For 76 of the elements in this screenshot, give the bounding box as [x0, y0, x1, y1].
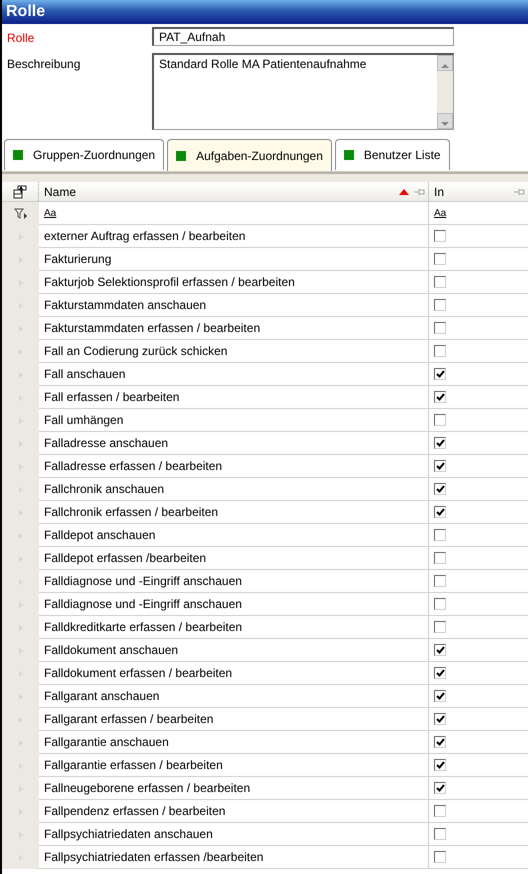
checkbox[interactable] — [434, 253, 446, 265]
table-cell-text: Falldkreditkarte erfassen / bearbeiten — [44, 619, 242, 636]
checkbox[interactable] — [434, 391, 446, 403]
checkbox[interactable] — [434, 437, 446, 449]
tab[interactable]: Aufgaben-Zuordnungen — [167, 139, 332, 171]
table-cell-text: Falladresse anschauen — [44, 435, 168, 452]
table-cell-text: Falldokument erfassen / bearbeiten — [44, 665, 232, 682]
checkbox[interactable] — [434, 299, 446, 311]
checkbox[interactable] — [434, 713, 446, 725]
status-square-icon — [344, 150, 354, 160]
checkbox[interactable] — [434, 345, 446, 357]
table-cell-text: Falldokument anschauen — [44, 642, 178, 659]
checkbox[interactable] — [434, 368, 446, 380]
table-cell-text: Fallpsychiatriedaten anschauen — [44, 826, 213, 843]
input-field[interactable]: PAT_Aufnah — [152, 27, 454, 46]
checkbox[interactable] — [434, 598, 446, 610]
table-cell-text: Fallchronik anschauen — [44, 481, 164, 498]
tab-label[interactable]: Benutzer Liste — [364, 146, 441, 164]
table-cell-text: Fakturstammdaten erfassen / bearbeiten — [44, 320, 260, 337]
table-cell-text: Falldiagnose und -Eingriff anschauen — [44, 596, 242, 613]
column-header[interactable]: Name — [44, 182, 399, 200]
checkbox[interactable] — [434, 759, 446, 771]
table-cell-text: Falldepot erfassen /bearbeiten — [44, 550, 206, 567]
table-cell-text: Falldepot anschauen — [44, 527, 156, 544]
table-cell-text: Fallgarantie anschauen — [44, 734, 169, 751]
table-cell-text: Fall an Codierung zurück schicken — [44, 343, 228, 360]
table-cell-text: Fallgarant anschauen — [44, 688, 160, 705]
checkbox[interactable] — [434, 667, 446, 679]
tab-label[interactable]: Gruppen-Zuordnungen — [33, 146, 156, 164]
checkbox[interactable] — [434, 782, 446, 794]
table-cell-text: Fallchronik erfassen / bearbeiten — [44, 504, 218, 521]
status-square-icon — [13, 150, 23, 160]
checkbox[interactable] — [434, 276, 446, 288]
checkbox[interactable] — [434, 529, 446, 541]
table-cell-text: Fallgarant erfassen / bearbeiten — [44, 711, 214, 728]
tab[interactable]: Gruppen-Zuordnungen — [4, 139, 164, 170]
tab[interactable]: Benutzer Liste — [334, 139, 450, 170]
field-label: Beschreibung — [7, 56, 82, 73]
window-title: Rolle — [2, 0, 528, 24]
checkbox[interactable] — [434, 736, 446, 748]
checkbox[interactable] — [434, 414, 446, 426]
table-cell-text: Fallpendenz erfassen / bearbeiten — [44, 803, 226, 820]
table-cell-text: Falldiagnose und -Eingriff anschauen — [44, 573, 242, 590]
checkbox[interactable] — [434, 805, 446, 817]
checkbox[interactable] — [434, 690, 446, 702]
table-cell-text: Falladresse erfassen / bearbeiten — [44, 458, 222, 475]
scrollbar[interactable] — [437, 55, 453, 129]
table-cell-text: Fallpsychiatriedaten erfassen /bearbeiten — [44, 849, 264, 866]
field-label: Rolle — [7, 30, 36, 47]
table-cell-text: Fakturierung — [44, 251, 112, 268]
checkbox[interactable] — [434, 644, 446, 656]
filter-icon[interactable] — [14, 208, 28, 220]
table-cell-text: Fallgarantie erfassen / bearbeiten — [44, 757, 223, 774]
checkbox[interactable] — [434, 621, 446, 633]
checkbox[interactable] — [434, 322, 446, 334]
checkbox[interactable] — [434, 506, 446, 518]
table-cell-text: Fall umhängen — [44, 412, 124, 429]
table-cell-text: Fallneugeborene erfassen / bearbeiten — [44, 780, 250, 797]
column-header[interactable]: In — [434, 182, 513, 200]
checkbox[interactable] — [434, 552, 446, 564]
checkbox[interactable] — [434, 230, 446, 242]
table-cell-text: externer Auftrag erfassen / bearbeiten — [44, 228, 246, 245]
table-cell-text: Fall anschauen — [44, 366, 126, 383]
checkbox[interactable] — [434, 460, 446, 472]
checkbox[interactable] — [434, 851, 446, 863]
status-square-icon — [176, 150, 186, 160]
checkbox[interactable] — [434, 828, 446, 840]
tab-label[interactable]: Aufgaben-Zuordnungen — [196, 146, 323, 164]
filter-operator[interactable]: Aa — [434, 206, 446, 220]
filter-operator[interactable]: Aa — [44, 206, 56, 220]
table-cell-text: Fakturjob Selektionsprofil erfassen / bearbeiten — [44, 274, 295, 291]
table-cell-text: Fall erfassen / bearbeiten — [44, 389, 180, 406]
checkbox[interactable] — [434, 483, 446, 495]
table-cell-text: Fakturstammdaten anschauen — [44, 297, 206, 314]
checkbox[interactable] — [434, 575, 446, 587]
column-chooser-icon[interactable] — [12, 184, 28, 200]
